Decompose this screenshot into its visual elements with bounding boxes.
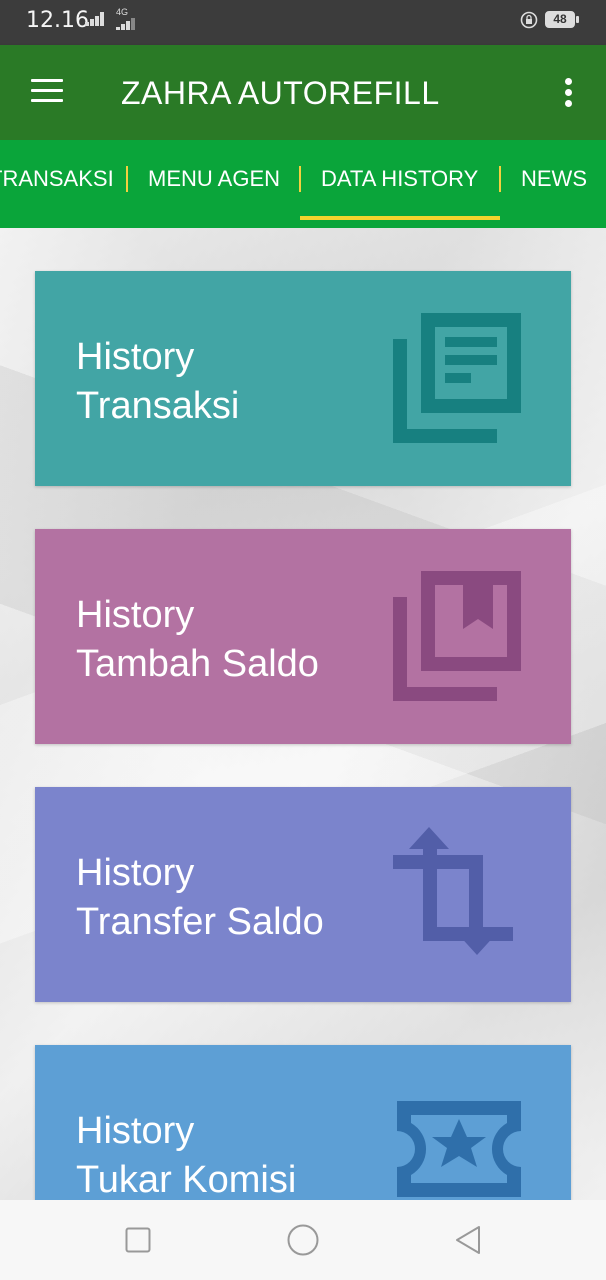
- hamburger-icon[interactable]: [31, 79, 63, 105]
- card-title: History Transfer Saldo: [76, 852, 324, 943]
- network-type: 4G: [116, 7, 129, 17]
- history-transaksi-card[interactable]: History Transaksi: [35, 271, 571, 486]
- app-bar: ZAHRA AUTOREFILL: [0, 45, 606, 140]
- status-time: 12.16: [26, 8, 89, 33]
- ticket-star-icon: [397, 1101, 521, 1197]
- signal-icon: [85, 12, 105, 26]
- history-tambah-saldo-card[interactable]: History Tambah Saldo: [35, 529, 571, 744]
- history-tukar-komisi-card[interactable]: History Tukar Komisi: [35, 1045, 571, 1200]
- library-books-icon: [393, 571, 521, 701]
- tab-bar: TRANSAKSI MENU AGEN DATA HISTORY NEWS: [0, 140, 606, 228]
- signal-4g-icon: [116, 18, 136, 30]
- system-nav-bar: [0, 1200, 606, 1280]
- tab-separator: [126, 166, 128, 192]
- tab-selected-indicator: [300, 216, 500, 220]
- back-button[interactable]: [453, 1225, 483, 1255]
- tab-news[interactable]: NEWS: [521, 166, 587, 192]
- lock-rotation-icon: [520, 11, 538, 29]
- card-title: History Tambah Saldo: [76, 594, 319, 685]
- crop-rotate-icon: [393, 827, 513, 955]
- tab-separator: [499, 166, 501, 192]
- home-button[interactable]: [287, 1224, 319, 1256]
- history-transfer-saldo-card[interactable]: History Transfer Saldo: [35, 787, 571, 1002]
- tab-menu-agen[interactable]: MENU AGEN: [148, 166, 280, 192]
- card-title: History Tukar Komisi: [76, 1110, 297, 1200]
- history-menu: History Transaksi History Tambah Saldo H…: [0, 228, 606, 1200]
- battery-level: 48: [553, 12, 567, 26]
- card-title: History Transaksi: [76, 336, 240, 427]
- battery-icon: 48: [545, 11, 575, 28]
- status-bar: 12.16 4G 48: [0, 0, 606, 45]
- tab-transaksi[interactable]: TRANSAKSI: [0, 166, 114, 192]
- tab-separator: [299, 166, 301, 192]
- more-vert-icon[interactable]: [562, 78, 576, 108]
- tab-data-history[interactable]: DATA HISTORY: [321, 166, 478, 192]
- app-title: ZAHRA AUTOREFILL: [121, 75, 440, 111]
- recent-apps-button[interactable]: [125, 1227, 151, 1253]
- news-icon: [393, 313, 521, 443]
